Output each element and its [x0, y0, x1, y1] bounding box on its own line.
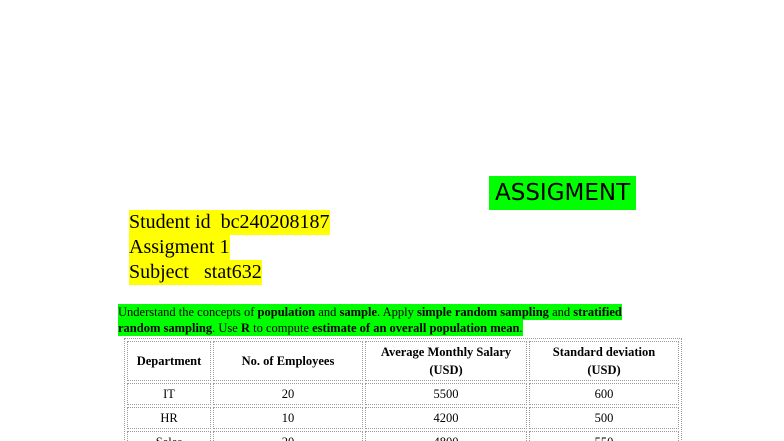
cell-department: HR [127, 407, 211, 429]
intro-text: . [519, 321, 523, 335]
intro-text: Understand the concepts of [118, 305, 258, 319]
cell-salary: 5500 [365, 383, 527, 405]
cell-employees: 20 [213, 383, 363, 405]
cell-sd: 600 [529, 383, 679, 405]
intro-text: . Apply [377, 305, 417, 319]
header-sd: Standard deviation (USD) [529, 341, 679, 381]
intro-text: to compute [249, 321, 313, 335]
intro-bold: R [240, 321, 250, 335]
cell-department: Sales [127, 431, 211, 441]
cell-employees: 20 [213, 431, 363, 441]
intro-text: and [315, 305, 340, 319]
intro-paragraph: Understand the concepts of population an… [118, 304, 658, 336]
cell-sd: 550 [529, 431, 679, 441]
intro-bold: sample [339, 305, 378, 319]
header-salary-line1: Average Monthly Salary [380, 345, 512, 359]
intro-text: and [548, 305, 574, 319]
intro-bold: random sampling [118, 321, 213, 335]
intro-bold: estimate of an overall population mean [312, 321, 520, 335]
cell-employees: 10 [213, 407, 363, 429]
document-title: ASSIGMENT [489, 176, 637, 210]
table-row: Sales 20 4800 550 [127, 431, 679, 441]
cell-salary: 4200 [365, 407, 527, 429]
intro-bold: simple random sampling [416, 305, 549, 319]
intro-line-2: random sampling. Use R to compute estima… [118, 320, 523, 336]
cell-sd: 500 [529, 407, 679, 429]
intro-text: . Use [212, 321, 241, 335]
header-salary-line2: (USD) [429, 363, 463, 377]
header-sd-line2: (USD) [587, 363, 621, 377]
intro-bold: population [257, 305, 316, 319]
header-department: Department [127, 341, 211, 381]
student-id-line: Student id bc240208187 [129, 210, 330, 235]
department-table: Department No. of Employees Average Mont… [124, 338, 682, 441]
header-employees: No. of Employees [213, 341, 363, 381]
table-header-row: Department No. of Employees Average Mont… [127, 341, 679, 381]
subject-line: Subject stat632 [129, 260, 262, 285]
document-page: ASSIGMENT Student id bc240208187 Assigme… [0, 0, 784, 441]
header-salary: Average Monthly Salary (USD) [365, 341, 527, 381]
table-row: IT 20 5500 600 [127, 383, 679, 405]
cell-salary: 4800 [365, 431, 527, 441]
cell-department: IT [127, 383, 211, 405]
intro-line-1: Understand the concepts of population an… [118, 304, 622, 320]
header-sd-line1: Standard deviation [552, 345, 656, 359]
table-row: HR 10 4200 500 [127, 407, 679, 429]
student-info: Student id bc240208187 Assigment 1 Subje… [129, 210, 330, 285]
intro-bold: stratified [573, 305, 622, 319]
assignment-line: Assigment 1 [129, 235, 230, 260]
